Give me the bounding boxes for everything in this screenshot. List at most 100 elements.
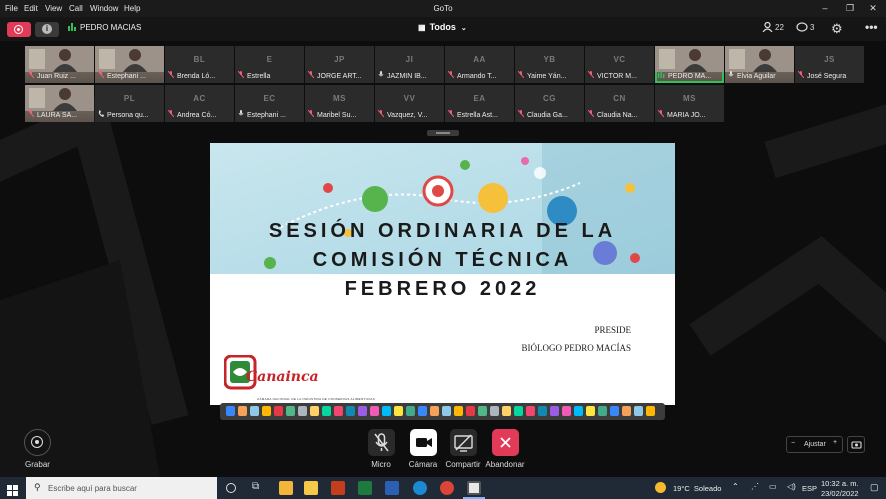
participant-name: Armando T... [457, 73, 497, 80]
shared-screen-slide: SESIÓN ORDINARIA DE LA COMISIÓN TÉCNICA … [210, 143, 675, 405]
snapshot-button[interactable] [847, 436, 865, 453]
participant-name: VICTOR M... [597, 73, 637, 80]
grabar-button[interactable]: Grabar [24, 429, 51, 469]
network-icon[interactable]: ⋰ [751, 482, 759, 491]
participant-initials: CG [543, 94, 556, 103]
participant-name: Estrella Ast... [457, 112, 498, 119]
participant-name-label: Juan Ruiz ... [27, 70, 76, 80]
participant-video [725, 46, 794, 72]
participant-tile[interactable]: VV Vazquez, V... [375, 85, 444, 122]
more-icon: ••• [865, 20, 878, 34]
participant-tile[interactable]: EC Estephani ... [235, 85, 304, 122]
taskbar-app-word-icon[interactable] [385, 481, 399, 495]
participant-tile[interactable]: VC VICTOR M... [585, 46, 654, 83]
dock-app-icon [394, 406, 403, 416]
participants-button[interactable]: 22 [762, 21, 784, 33]
taskbar-app-explorer-icon[interactable] [279, 481, 293, 495]
mic-icon [238, 110, 244, 119]
participant-name-label: Vazquez, V... [377, 109, 427, 119]
taskbar-app-excel-icon[interactable] [358, 481, 372, 495]
dock-app-icon [262, 406, 271, 416]
participant-name-label: Claudia Na... [587, 109, 638, 119]
dock-icons [226, 406, 655, 416]
participant-tile[interactable]: LAURA SA... [25, 85, 94, 122]
cortana-icon[interactable] [226, 483, 236, 493]
zoom-label: Ajustar [804, 441, 826, 448]
taskbar-app-edge-icon[interactable] [413, 481, 427, 495]
taskbar-app-powerpoint-icon[interactable] [331, 481, 345, 495]
participant-video [25, 46, 94, 72]
camara-button[interactable]: Cámara [406, 429, 440, 469]
participant-tile[interactable]: JP JORGE ART... [305, 46, 374, 83]
participant-name-label: Estephani ... [238, 110, 286, 119]
micro-button[interactable]: Micro [367, 429, 395, 469]
zoom-out-button[interactable]: − [791, 440, 795, 447]
dock-app-icon [430, 406, 439, 416]
participant-tile[interactable]: PL Persona qu... [95, 85, 164, 122]
info-button[interactable]: i [35, 22, 59, 37]
participant-tile[interactable]: PEDRO MA... [655, 46, 724, 83]
settings-button[interactable]: ⚙ [831, 21, 843, 37]
zoom-in-button[interactable]: + [833, 439, 837, 446]
compartir-label: Compartir [445, 460, 481, 469]
abandonar-button[interactable]: Abandonar [484, 429, 526, 469]
participant-tile[interactable]: AA Armando T... [445, 46, 514, 83]
active-speaker-name: PEDRO MACIAS [80, 23, 142, 32]
participant-tile[interactable]: MS MARIA JO... [655, 85, 724, 122]
language-indicator[interactable]: ESP [802, 484, 817, 493]
start-button[interactable] [7, 483, 18, 496]
taskbar-app-goto-icon[interactable] [467, 481, 481, 495]
preside-label: PRESIDE [594, 325, 631, 335]
participant-name-label: Yaime Yán... [517, 70, 566, 80]
participant-name-label: Estrella Ast... [447, 109, 498, 119]
clock-time[interactable]: 10:32 a. m. [821, 479, 859, 488]
participant-tile[interactable]: YB Yaime Yán... [515, 46, 584, 83]
participant-tile[interactable]: Elvia Aguilar [725, 46, 794, 83]
participant-tile[interactable]: JS José Segura [795, 46, 864, 83]
compartir-button[interactable]: Compartir [444, 429, 482, 469]
volume-icon[interactable]: ◁) [787, 482, 796, 491]
notification-icon[interactable]: ▢ [870, 482, 879, 493]
close-window-button[interactable]: ✕ [866, 2, 880, 14]
more-options-button[interactable]: ••• [865, 20, 878, 34]
task-view-icon[interactable]: ⧉ [252, 481, 266, 495]
view-selector[interactable]: ▦ Todos ⌄ [418, 22, 467, 32]
participant-tile[interactable]: Estephani ... [95, 46, 164, 83]
dock-app-icon [490, 406, 499, 416]
participant-tile[interactable]: BL Brenda Ló... [165, 46, 234, 83]
clock-date[interactable]: 23/02/2022 [821, 489, 859, 498]
participant-name: Andrea Có... [177, 112, 217, 119]
grid-icon: ▦ [418, 23, 426, 32]
participant-tile[interactable]: CN Claudia Na... [585, 85, 654, 122]
dock-app-icon [406, 406, 415, 416]
participant-name: JAZMIN IB... [387, 73, 427, 80]
view-selector-label: Todos [429, 22, 456, 32]
mic-muted-icon [657, 109, 665, 119]
mic-muted-icon [307, 109, 315, 119]
record-button[interactable] [7, 22, 31, 37]
taskbar-search-box[interactable]: ⚲ Escribe aquí para buscar [26, 477, 217, 499]
people-icon [762, 21, 773, 33]
weather-text[interactable]: 19°C Soleado [673, 484, 721, 493]
participant-name: Claudia Na... [597, 112, 638, 119]
maximize-button[interactable]: ❐ [843, 2, 857, 14]
chat-icon [796, 22, 808, 32]
participant-tile[interactable]: MS Maribel Su... [305, 85, 374, 122]
taskbar-app-folder-icon[interactable] [304, 481, 318, 495]
participant-tile[interactable]: Juan Ruiz ... [25, 46, 94, 83]
participant-tile[interactable]: E Estrella [235, 46, 304, 83]
battery-icon[interactable]: ▭ [769, 482, 777, 491]
participant-tile[interactable]: CG Claudia Ga... [515, 85, 584, 122]
participant-tile[interactable]: AC Andrea Có... [165, 85, 234, 122]
participant-tile[interactable]: JI JAZMIN IB... [375, 46, 444, 83]
participant-name-label: Elvia Aguilar [728, 71, 776, 80]
participant-tile[interactable]: EA Estrella Ast... [445, 85, 514, 122]
participant-name: Brenda Ló... [177, 73, 216, 80]
gallery-page-handle[interactable] [427, 130, 459, 136]
chat-button[interactable]: 3 [796, 22, 814, 32]
participant-name: PEDRO MA... [668, 73, 712, 80]
participant-name-label: LAURA SA... [27, 109, 77, 119]
taskbar-app-chrome-icon[interactable] [440, 481, 454, 495]
minimize-button[interactable]: – [818, 2, 832, 14]
chevron-up-icon[interactable]: ⌃ [732, 482, 739, 491]
